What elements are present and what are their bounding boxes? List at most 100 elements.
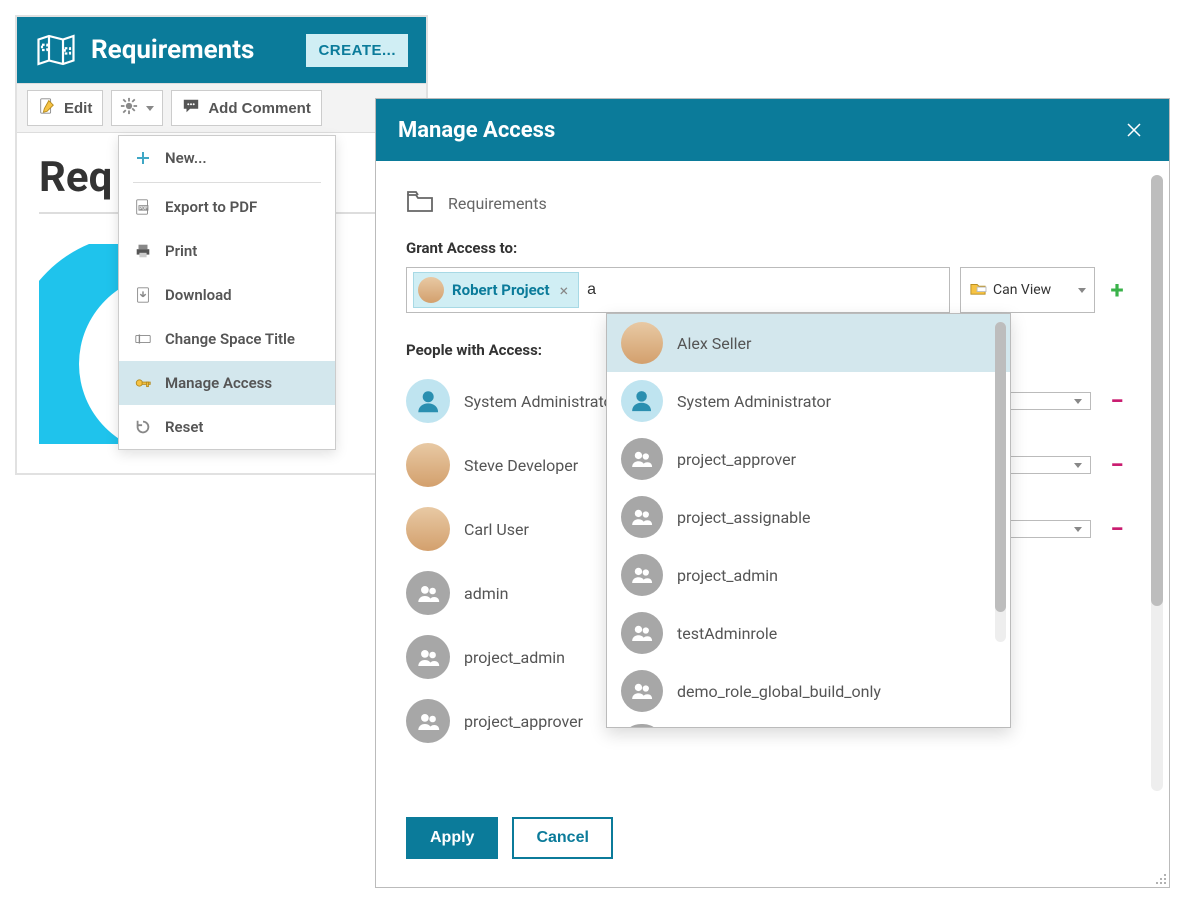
chevron-down-icon (1078, 288, 1086, 293)
dialog-title: Manage Access (398, 118, 1121, 143)
scrollbar-thumb[interactable] (995, 322, 1006, 612)
autocomplete-label: Alex Seller (677, 334, 751, 353)
menu-item-label: Manage Access (165, 374, 272, 392)
pencil-page-icon (38, 97, 56, 119)
menu-item-label: Export to PDF (165, 198, 257, 216)
autocomplete-label: project_approver (677, 450, 796, 469)
menu-item-label: Download (165, 286, 232, 304)
context-row: Requirements (406, 189, 1149, 217)
autocomplete-item[interactable]: testAdminrole (607, 604, 1010, 662)
chip-label: Robert Project (452, 281, 550, 299)
close-icon (1125, 121, 1143, 139)
plus-icon (133, 148, 153, 168)
close-button[interactable] (1121, 117, 1147, 143)
scrollbar-thumb[interactable] (1151, 175, 1163, 606)
context-label: Requirements (448, 194, 547, 213)
menu-item-new[interactable]: New... (119, 136, 335, 180)
reset-icon (133, 417, 153, 437)
autocomplete-item[interactable]: project_admin (607, 546, 1010, 604)
autocomplete-item[interactable]: demo_role_global_build_only (607, 662, 1010, 720)
settings-dropdown: New... PDF Export to PDF Print Download … (118, 135, 336, 450)
chip-remove-button[interactable]: × (558, 281, 571, 300)
autocomplete-label: project_admin (677, 566, 778, 585)
autocomplete-item[interactable]: Alex Seller (607, 314, 1010, 372)
key-icon (133, 373, 153, 393)
menu-item-label: Print (165, 242, 197, 260)
resize-grip-icon[interactable] (1153, 871, 1167, 885)
edit-button[interactable]: Edit (27, 90, 103, 126)
print-icon (133, 241, 153, 261)
rename-icon (133, 329, 153, 349)
map-icon (35, 31, 77, 69)
remove-access-button[interactable]: − (1105, 451, 1129, 479)
scrollbar[interactable] (995, 322, 1006, 642)
download-icon (133, 285, 153, 305)
grant-search-input[interactable] (585, 277, 645, 303)
chevron-down-icon (1074, 399, 1082, 404)
remove-access-button[interactable]: − (1105, 515, 1129, 543)
avatar (621, 322, 663, 364)
avatar (406, 379, 450, 423)
create-button[interactable]: CREATE... (306, 34, 408, 67)
dialog-body: Requirements Grant Access to: Robert Pro… (376, 161, 1169, 805)
autocomplete-item[interactable]: System Administrator (607, 372, 1010, 430)
menu-item-label: Reset (165, 418, 203, 436)
menu-divider (133, 182, 321, 183)
avatar (406, 507, 450, 551)
chevron-down-icon (1074, 527, 1082, 532)
avatar (406, 571, 450, 615)
avatar (621, 670, 663, 712)
autocomplete-label: demo_role_global_build_only (677, 682, 881, 701)
chevron-down-icon (146, 106, 154, 111)
menu-item-reset[interactable]: Reset (119, 405, 335, 449)
settings-menu-button[interactable] (111, 90, 163, 126)
add-grant-button[interactable]: + (1105, 267, 1129, 313)
avatar (621, 496, 663, 538)
permission-value: Can View (993, 282, 1051, 298)
menu-item-change-title[interactable]: Change Space Title (119, 317, 335, 361)
gear-icon (120, 97, 138, 119)
menu-item-download[interactable]: Download (119, 273, 335, 317)
pdf-icon: PDF (133, 197, 153, 217)
permission-icon (969, 280, 987, 300)
autocomplete-label: System Administrator (677, 392, 831, 411)
cancel-button[interactable]: Cancel (512, 817, 612, 859)
manage-access-dialog: Manage Access Requirements Grant Access … (375, 98, 1170, 888)
menu-item-export-pdf[interactable]: PDF Export to PDF (119, 185, 335, 229)
edit-label: Edit (64, 100, 92, 117)
autocomplete-item[interactable]: project_assignable (607, 488, 1010, 546)
avatar (406, 443, 450, 487)
permission-select[interactable]: Can View (960, 267, 1095, 313)
grant-access-label: Grant Access to: (406, 239, 1149, 257)
autocomplete-item[interactable] (607, 720, 1010, 728)
chevron-down-icon (1074, 463, 1082, 468)
autocomplete-label: testAdminrole (677, 624, 777, 643)
user-chip: Robert Project × (413, 272, 579, 308)
menu-item-manage-access[interactable]: Manage Access (119, 361, 335, 405)
avatar (621, 612, 663, 654)
menu-item-print[interactable]: Print (119, 229, 335, 273)
autocomplete-label: project_assignable (677, 508, 811, 527)
grant-access-row: Robert Project × Can View + (406, 267, 1129, 313)
apply-button[interactable]: Apply (406, 817, 498, 859)
add-comment-button[interactable]: Add Comment (171, 90, 322, 126)
avatar (418, 277, 444, 303)
avatar (621, 380, 663, 422)
space-title: Requirements (91, 35, 292, 65)
avatar (406, 699, 450, 743)
autocomplete-popover: Alex Seller System Administrator project… (606, 313, 1011, 728)
dialog-header: Manage Access (376, 99, 1169, 161)
folder-icon (406, 189, 434, 217)
avatar (621, 554, 663, 596)
svg-text:PDF: PDF (139, 206, 148, 212)
comment-icon (182, 97, 200, 119)
scrollbar[interactable] (1151, 175, 1163, 791)
autocomplete-item[interactable]: project_approver (607, 430, 1010, 488)
dialog-footer: Apply Cancel (376, 805, 1169, 887)
menu-item-label: New... (165, 149, 207, 167)
remove-access-button[interactable]: − (1105, 387, 1129, 415)
space-header: Requirements CREATE... (17, 17, 426, 83)
avatar (621, 724, 663, 728)
grant-user-input[interactable]: Robert Project × (406, 267, 950, 313)
menu-item-label: Change Space Title (165, 330, 295, 348)
